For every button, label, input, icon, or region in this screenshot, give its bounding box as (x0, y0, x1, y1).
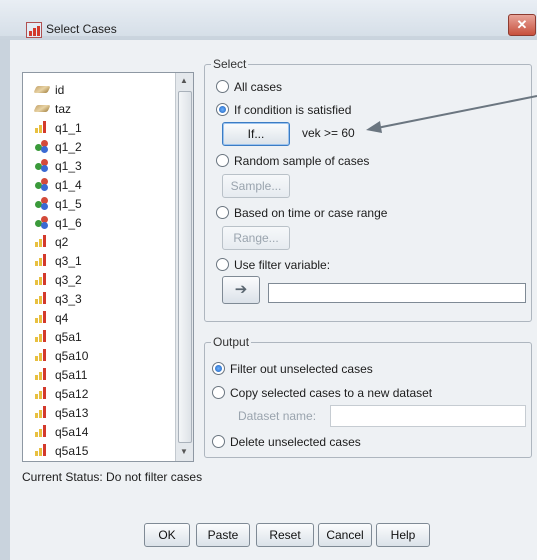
annotation-arrow-icon (366, 95, 537, 133)
